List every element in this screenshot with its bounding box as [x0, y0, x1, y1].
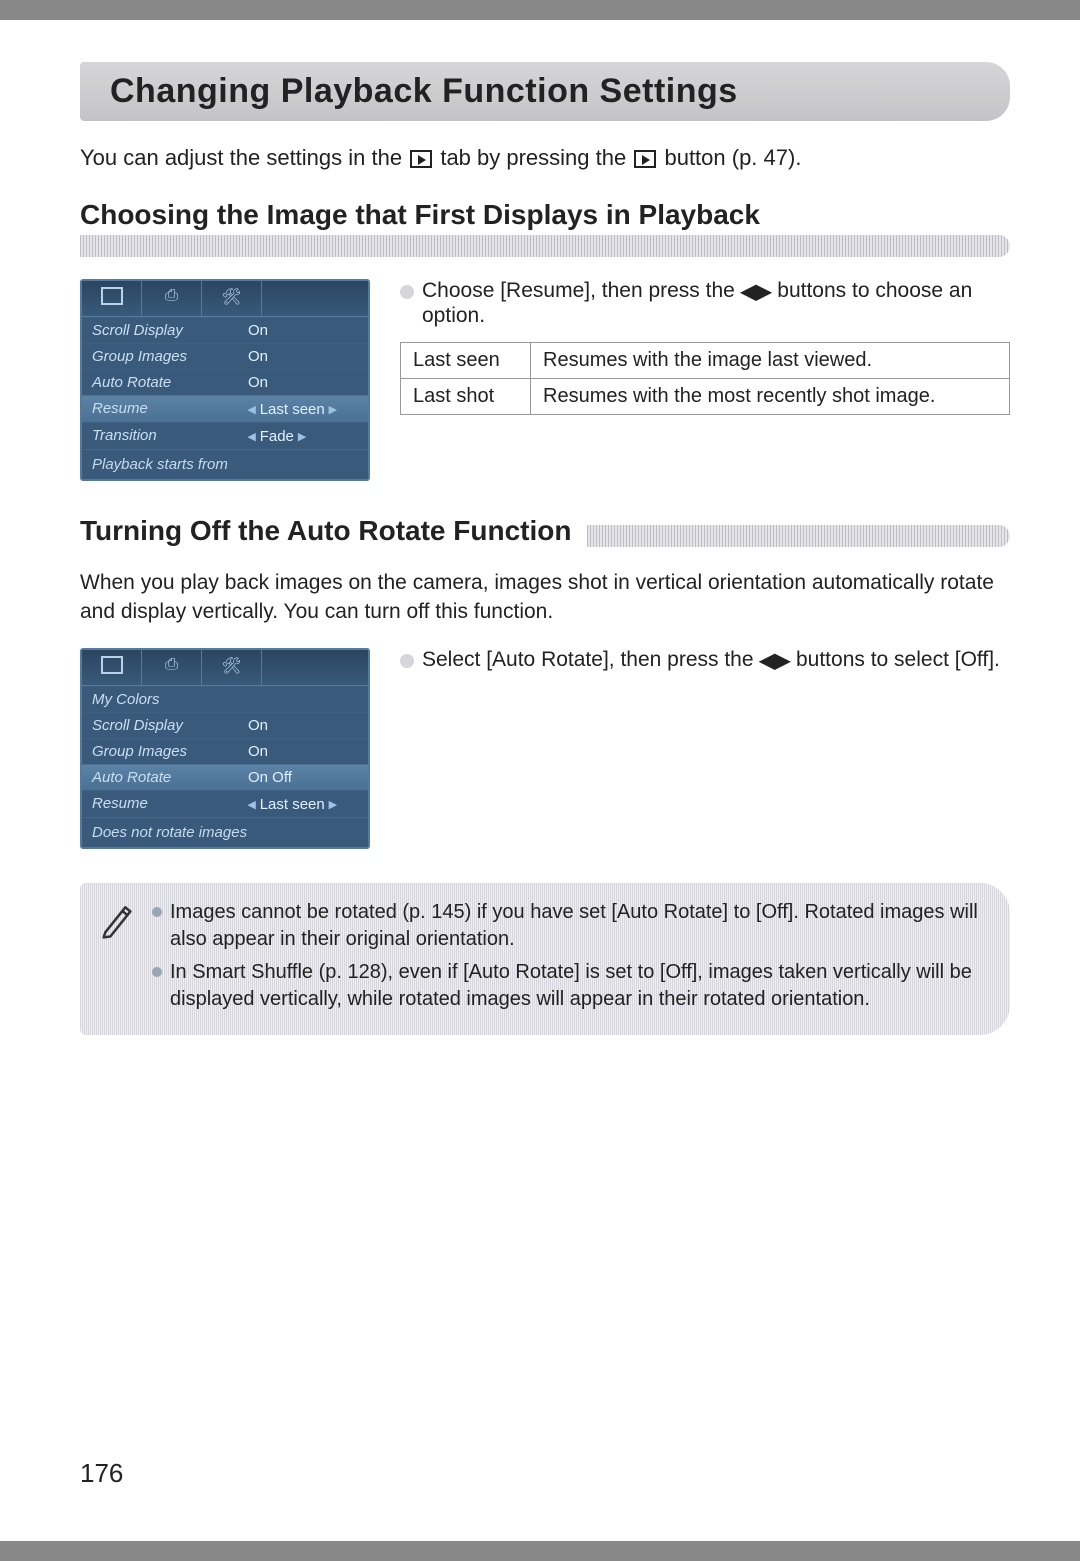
lcd-row-label: Scroll Display [92, 322, 248, 339]
lcd-menu-row: Resume◂ Last seen ▸ [82, 395, 368, 422]
intro-text-mid: tab by pressing the [440, 145, 632, 170]
section2-heading-row: Turning Off the Auto Rotate Function [80, 515, 1010, 547]
instr-post: buttons to select [Off]. [796, 648, 1000, 671]
intro-text-post: button (p. 47). [664, 145, 801, 170]
page-number: 176 [80, 1458, 123, 1489]
chevron-right-icon: ▸ [298, 428, 306, 445]
instr-pre: Select [Auto Rotate], then press the [422, 648, 759, 671]
lcd-row-value: ◂ Last seen ▸ [248, 795, 358, 813]
lcd-row-value: On [248, 743, 358, 760]
note-text: Images cannot be rotated (p. 145) if you… [170, 899, 990, 953]
print-tab-icon: ⎙ [142, 281, 202, 316]
note-box: Images cannot be rotated (p. 145) if you… [80, 883, 1010, 1035]
lcd-menu-row: Transition◂ Fade ▸ [82, 422, 368, 449]
pencil-note-icon [100, 899, 134, 1019]
chevron-left-icon: ◂ [248, 428, 256, 445]
tools-tab-icon: 🛠 [202, 650, 262, 685]
lcd-menu-row: Scroll DisplayOn [82, 712, 368, 738]
section1-instruction: Choose [Resume], then press the ◀▶ butto… [400, 279, 1010, 328]
page-title-banner: Changing Playback Function Settings [80, 62, 1010, 121]
lcd-menu-row: Auto RotateOn Off [82, 764, 368, 790]
resume-options-table: Last seenResumes with the image last vie… [400, 342, 1010, 415]
lcd-row-label: Resume [92, 795, 248, 813]
lcd-row-label: Transition [92, 427, 248, 445]
heading-decoration [587, 525, 1010, 547]
lcd-row-value: ◂ Last seen ▸ [248, 400, 358, 418]
table-row: Last seenResumes with the image last vie… [401, 343, 1010, 379]
section1-content: ⎙ 🛠 Scroll DisplayOnGroup ImagesOnAuto R… [80, 279, 1010, 481]
lcd-row-value: On [248, 374, 358, 391]
manual-page: Changing Playback Function Settings You … [0, 20, 1080, 1541]
lcd-row-label: Group Images [92, 348, 248, 365]
chevron-right-icon: ▸ [329, 796, 337, 813]
lcd-menu-row: Group ImagesOn [82, 738, 368, 764]
section1-heading: Choosing the Image that First Displays i… [80, 199, 1010, 231]
left-right-arrows-icon: ◀▶ [741, 279, 772, 304]
table-row: Last shotResumes with the most recently … [401, 379, 1010, 415]
lcd-row-value: On [248, 717, 358, 734]
playback-button-icon [634, 150, 656, 168]
bullet-icon [400, 285, 414, 299]
page-title: Changing Playback Function Settings [110, 72, 980, 111]
tools-tab-icon: 🛠 [202, 281, 262, 316]
section2-content: ⎙ 🛠 My ColorsScroll DisplayOnGroup Image… [80, 648, 1010, 849]
note-item: In Smart Shuffle (p. 128), even if [Auto… [152, 959, 990, 1013]
lcd-row-label: Auto Rotate [92, 374, 248, 391]
section2-heading: Turning Off the Auto Rotate Function [80, 515, 571, 547]
section2-body: When you play back images on the camera,… [80, 569, 1010, 626]
chevron-right-icon: ▸ [329, 401, 337, 418]
lcd-help-text: Does not rotate images [82, 817, 368, 847]
lcd-row-label: Auto Rotate [92, 769, 248, 786]
lcd-row-value [248, 691, 358, 708]
intro-text-pre: You can adjust the settings in the [80, 145, 408, 170]
chevron-left-icon: ◂ [248, 401, 256, 418]
lcd-help-text: Playback starts from [82, 449, 368, 479]
lcd-row-label: My Colors [92, 691, 248, 708]
chevron-left-icon: ◂ [248, 796, 256, 813]
section2-right: Select [Auto Rotate], then press the ◀▶ … [400, 648, 1010, 687]
playback-tab-icon [410, 150, 432, 168]
note-text: In Smart Shuffle (p. 128), even if [Auto… [170, 959, 990, 1013]
lcd-row-value: On [248, 322, 358, 339]
table-desc: Resumes with the most recently shot imag… [531, 379, 1010, 415]
heading-decoration [80, 235, 1010, 257]
playback-tab-icon [82, 281, 142, 316]
lcd-menu-row: Scroll DisplayOn [82, 317, 368, 343]
instruction-text: Choose [Resume], then press the ◀▶ butto… [422, 279, 1010, 328]
instr-pre: Choose [Resume], then press the [422, 279, 741, 302]
camera-lcd-1: ⎙ 🛠 Scroll DisplayOnGroup ImagesOnAuto R… [80, 279, 370, 481]
lcd-row-label: Resume [92, 400, 248, 418]
lcd-tabs: ⎙ 🛠 [82, 650, 368, 686]
print-tab-icon: ⎙ [142, 650, 202, 685]
instruction-text: Select [Auto Rotate], then press the ◀▶ … [422, 648, 1000, 673]
lcd-menu-row: Group ImagesOn [82, 343, 368, 369]
lcd-menu-row: Resume◂ Last seen ▸ [82, 790, 368, 817]
lcd-row-label: Group Images [92, 743, 248, 760]
lcd-menu-row: Auto RotateOn [82, 369, 368, 395]
section1-heading-row [80, 235, 1010, 257]
lcd-row-label: Scroll Display [92, 717, 248, 734]
intro-paragraph: You can adjust the settings in the tab b… [80, 145, 1010, 171]
table-term: Last shot [401, 379, 531, 415]
lcd-row-value: ◂ Fade ▸ [248, 427, 358, 445]
lcd-row-value: On Off [248, 769, 358, 786]
lcd-menu-row: My Colors [82, 686, 368, 712]
note-list: Images cannot be rotated (p. 145) if you… [152, 899, 990, 1019]
left-right-arrows-icon: ◀▶ [759, 648, 790, 673]
section1-right: Choose [Resume], then press the ◀▶ butto… [400, 279, 1010, 415]
section2-instruction: Select [Auto Rotate], then press the ◀▶ … [400, 648, 1010, 673]
table-term: Last seen [401, 343, 531, 379]
camera-lcd-2: ⎙ 🛠 My ColorsScroll DisplayOnGroup Image… [80, 648, 370, 849]
lcd-row-value: On [248, 348, 358, 365]
note-item: Images cannot be rotated (p. 145) if you… [152, 899, 990, 953]
lcd-tabs: ⎙ 🛠 [82, 281, 368, 317]
playback-tab-icon [82, 650, 142, 685]
bullet-icon [400, 654, 414, 668]
table-desc: Resumes with the image last viewed. [531, 343, 1010, 379]
